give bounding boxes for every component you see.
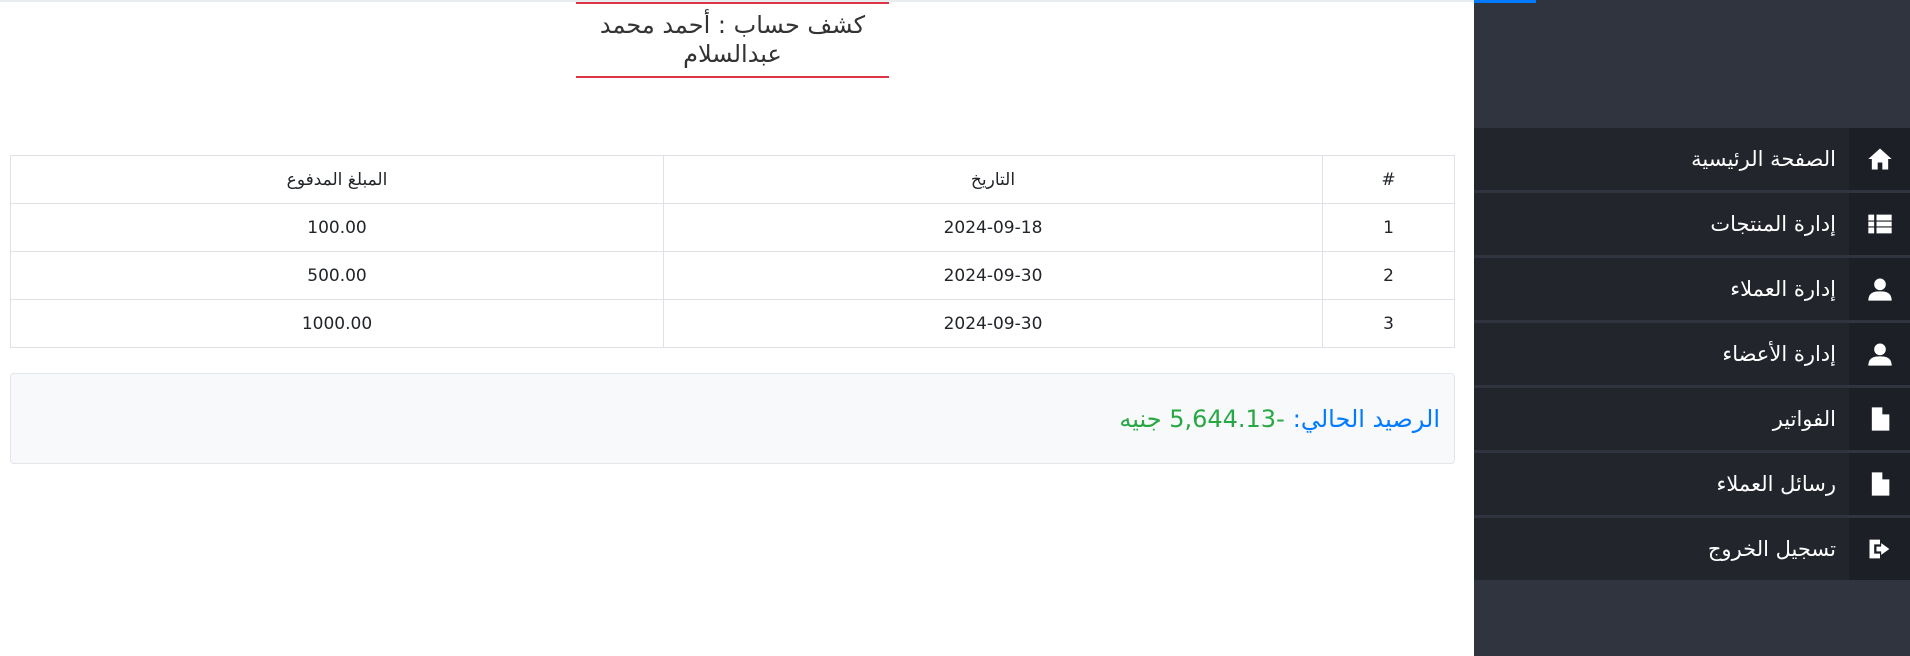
user-icon bbox=[1849, 258, 1910, 320]
sidebar-item-label: الفواتير bbox=[1772, 407, 1836, 431]
home-icon bbox=[1849, 128, 1910, 190]
sidebar-item-label: إدارة الأعضاء bbox=[1722, 342, 1836, 366]
file-icon bbox=[1849, 388, 1910, 450]
header-date: التاريخ bbox=[663, 155, 1323, 204]
user-icon bbox=[1849, 323, 1910, 385]
row-amount: 1000.00 bbox=[10, 299, 664, 348]
current-balance-panel: الرصيد الحالي: -5,644.13 جنيه bbox=[10, 373, 1455, 464]
sidebar-item-members[interactable]: إدارة الأعضاء bbox=[1474, 323, 1910, 385]
sidebar: الصفحة الرئيسية إدارة المنتجات إدارة الع… bbox=[1474, 0, 1910, 656]
table-header-row: # التاريخ المبلغ المدفوع bbox=[10, 155, 1455, 204]
sidebar-item-label: رسائل العملاء bbox=[1716, 472, 1836, 496]
row-amount: 100.00 bbox=[10, 203, 664, 252]
sidebar-accent-bar bbox=[1474, 0, 1536, 3]
row-number: 2 bbox=[1322, 251, 1455, 300]
sidebar-item-customers[interactable]: إدارة العملاء bbox=[1474, 258, 1910, 320]
row-date: 2024-09-30 bbox=[663, 299, 1323, 348]
sidebar-item-label: إدارة المنتجات bbox=[1710, 212, 1836, 236]
sidebar-menu: الصفحة الرئيسية إدارة المنتجات إدارة الع… bbox=[1474, 128, 1910, 583]
statement-title: كشف حساب : أحمد محمد عبدالسلام bbox=[576, 2, 889, 78]
row-date: 2024-09-18 bbox=[663, 203, 1323, 252]
sidebar-item-label: تسجيل الخروج bbox=[1707, 537, 1836, 561]
sidebar-item-invoices[interactable]: الفواتير bbox=[1474, 388, 1910, 450]
table-row: 2 2024-09-30 500.00 bbox=[10, 251, 1455, 300]
sidebar-item-home[interactable]: الصفحة الرئيسية bbox=[1474, 128, 1910, 190]
balance-label: الرصيد الحالي: bbox=[1292, 404, 1440, 433]
logout-icon bbox=[1849, 518, 1910, 580]
sidebar-item-label: إدارة العملاء bbox=[1730, 277, 1836, 301]
payments-table: # التاريخ المبلغ المدفوع 1 2024-09-18 10… bbox=[10, 155, 1455, 348]
table-row: 1 2024-09-18 100.00 bbox=[10, 203, 1455, 252]
sidebar-item-customer-messages[interactable]: رسائل العملاء bbox=[1474, 453, 1910, 515]
list-icon bbox=[1849, 193, 1910, 255]
sidebar-item-products[interactable]: إدارة المنتجات bbox=[1474, 193, 1910, 255]
header-amount-paid: المبلغ المدفوع bbox=[10, 155, 664, 204]
row-amount: 500.00 bbox=[10, 251, 664, 300]
row-number: 1 bbox=[1322, 203, 1455, 252]
sidebar-item-logout[interactable]: تسجيل الخروج bbox=[1474, 518, 1910, 580]
row-date: 2024-09-30 bbox=[663, 251, 1323, 300]
row-number: 3 bbox=[1322, 299, 1455, 348]
sidebar-item-label: الصفحة الرئيسية bbox=[1691, 147, 1836, 171]
table-row: 3 2024-09-30 1000.00 bbox=[10, 299, 1455, 348]
file-icon bbox=[1849, 453, 1910, 515]
header-number: # bbox=[1322, 155, 1455, 204]
balance-value: -5,644.13 جنيه bbox=[1119, 404, 1285, 433]
page: كشف حساب : أحمد محمد عبدالسلام # التاريخ… bbox=[0, 0, 1910, 656]
